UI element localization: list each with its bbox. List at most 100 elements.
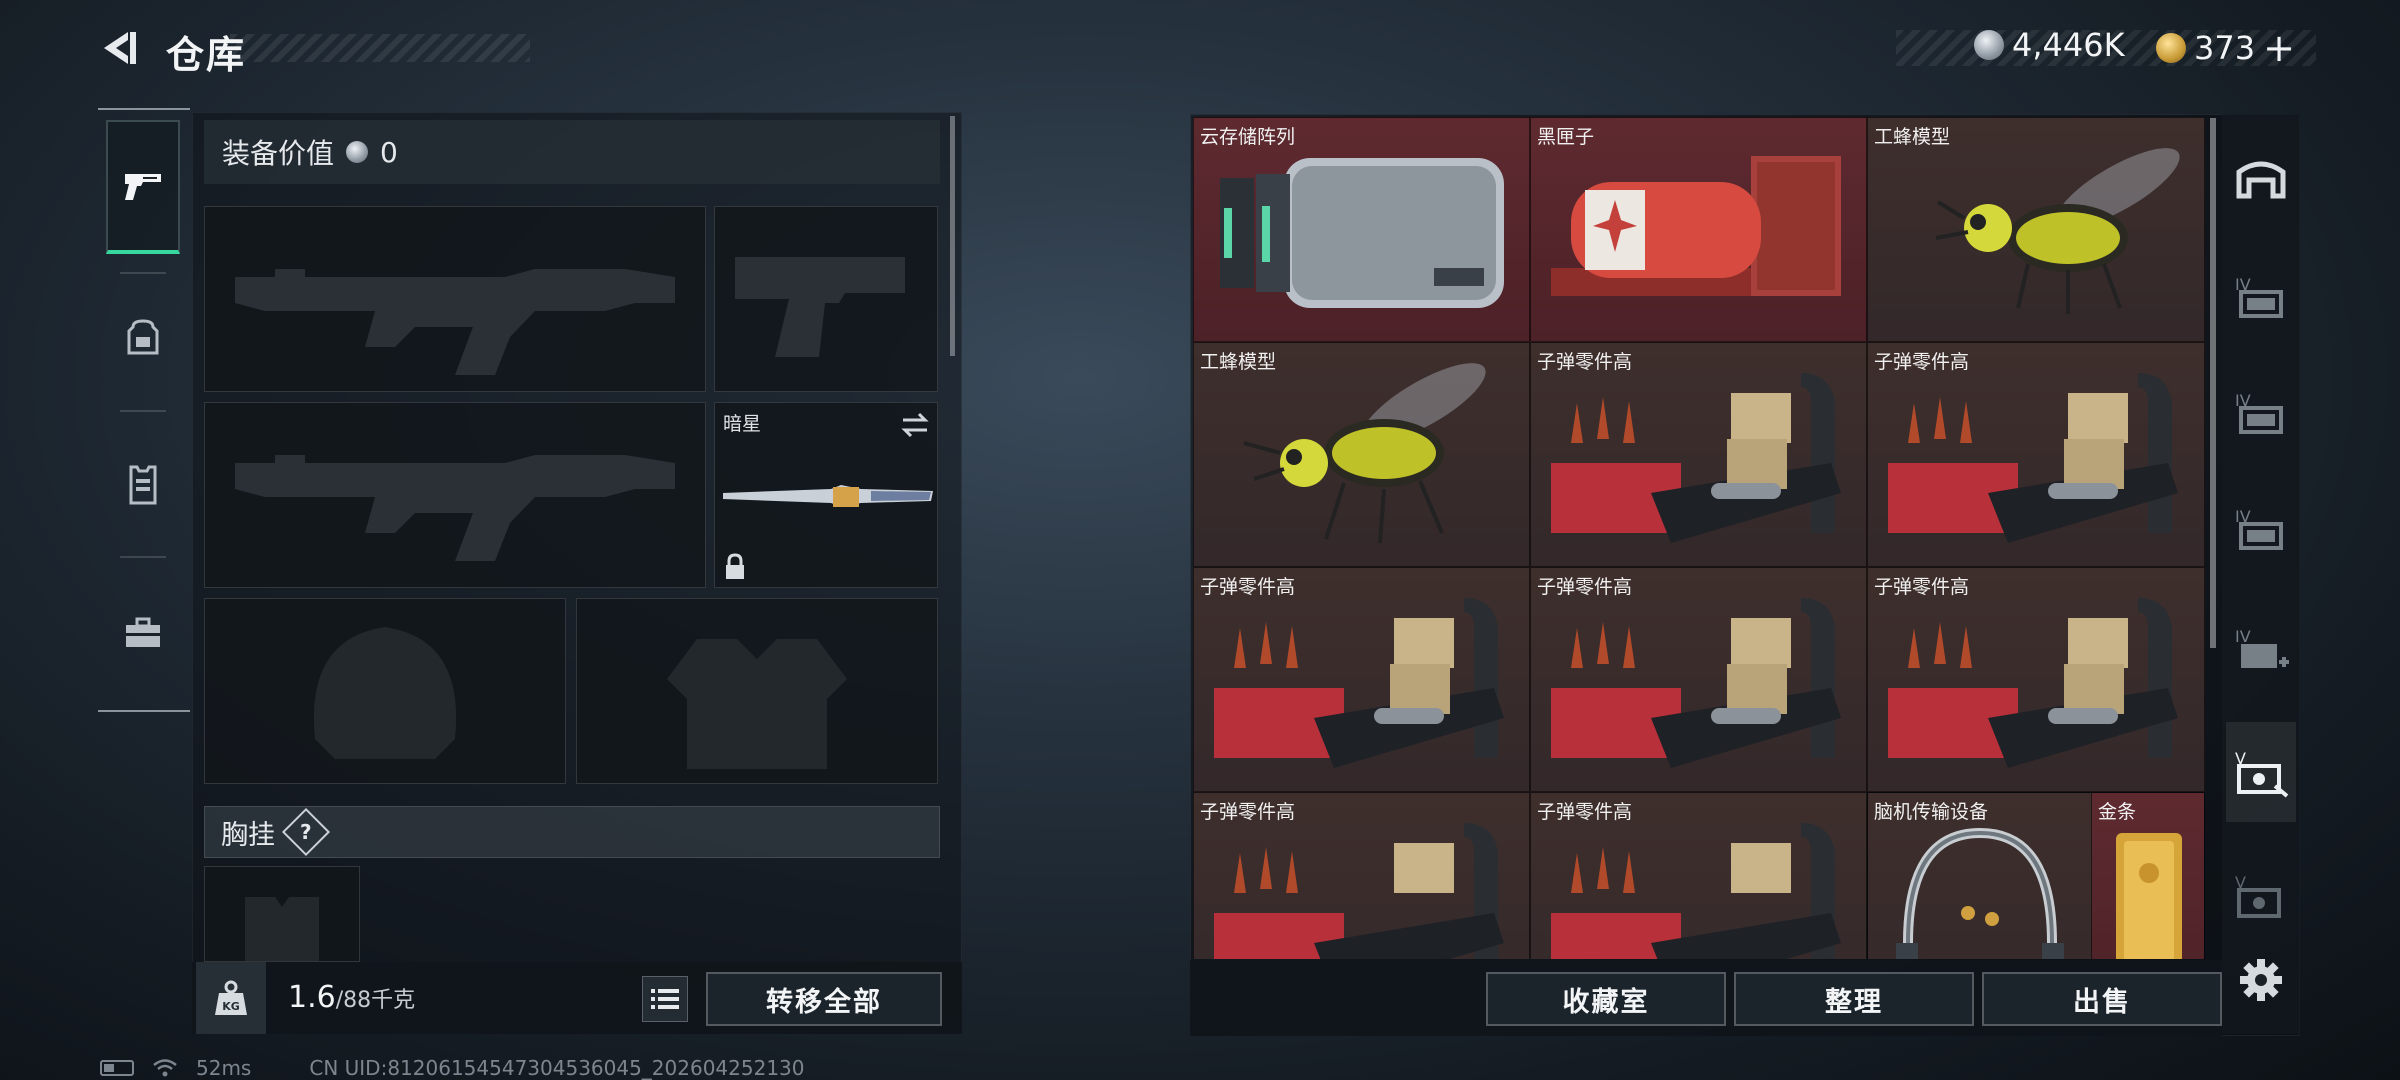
swap-icon[interactable] [899,411,931,439]
ammo-parts-icon [1214,598,1504,768]
gold-coin-icon [2156,33,2186,63]
list-view-button[interactable] [642,976,688,1022]
stash-item[interactable]: 脑机传输设备 [1868,793,2092,959]
weight-max: /88千克 [335,988,416,1013]
stash-item[interactable]: 子弹零件高 [1867,567,2205,792]
item-name: 子弹零件高 [1537,801,1633,823]
storage-expansion-icon: IV [2235,391,2283,434]
collection-storage-icon: V [2235,873,2281,918]
weight-indicator: KG [196,962,266,1034]
tab-divider [120,410,166,412]
stash-item[interactable]: 子弹零件高 [1530,567,1867,792]
pistol-icon [125,174,161,200]
stash-tab-all[interactable] [2226,128,2296,228]
tab-vest[interactable] [106,418,180,552]
stash-item[interactable]: 工蜂模型 [1867,117,2205,342]
item-name: 子弹零件高 [1200,576,1296,598]
melee-slot[interactable]: 暗星 [714,402,938,588]
stash-tab-4[interactable]: IV [2226,600,2296,700]
settings-button[interactable] [2226,930,2296,1030]
tab-cases[interactable] [106,566,180,700]
user-uid: CN UID:81206154547304536045_202604252130 [309,1056,805,1080]
transfer-all-button[interactable]: 转移全部 [706,972,942,1026]
primary-weapon-slot[interactable] [204,206,706,392]
ammo-parts-icon [1551,598,1841,768]
chest-rig-header: 胸挂 ? [204,806,940,858]
briefcase-icon [126,617,160,647]
sidearm-slot[interactable] [714,206,938,392]
secondary-weapon-slot[interactable] [204,402,706,588]
item-name: 子弹零件高 [1874,576,1970,598]
equipment-value-label: 装备价值 [222,137,335,170]
stash-tab-1[interactable]: IV [2226,246,2296,346]
weight-icon: KG [215,980,247,1015]
bee-model-icon [1935,148,2180,314]
warehouse-icon [2236,161,2286,199]
stash-tab-3[interactable]: IV [2226,478,2296,578]
silver-currency: 4,446K [1974,26,2125,64]
page-title: 仓库 [166,33,247,77]
storage-array-icon [1220,158,1504,308]
wifi-icon [153,1059,177,1077]
stash-grid: 云存储阵列 黑匣子 工蜂模型 工蜂模型 子弹零件高 子弹零件高 子弹零件高 子弹… [1193,117,2205,959]
knife-icon [723,485,933,507]
armor-slot[interactable] [576,598,938,784]
ammo-parts-icon [1551,373,1841,543]
rifle-silhouette-icon [235,269,675,375]
gear-icon [2240,959,2282,1001]
collection-room-button[interactable]: 收藏室 [1486,972,1726,1026]
stash-item[interactable]: 工蜂模型 [1193,342,1530,567]
add-currency-button[interactable]: + [2263,26,2295,70]
helmet-slot[interactable] [204,598,566,784]
stash-item[interactable]: 子弹零件高 [1193,567,1530,792]
item-name: 子弹零件高 [1200,801,1296,823]
status-bar: 52ms CN UID:81206154547304536045_2026042… [100,1056,805,1080]
silver-coin-icon [1974,30,2004,60]
back-button[interactable] [98,26,142,70]
sell-button[interactable]: 出售 [1982,972,2222,1026]
collection-storage-icon: V [2235,749,2289,798]
silver-coin-icon [346,141,369,163]
stash-tab-5[interactable]: V [2226,722,2296,822]
back-arrow-icon [104,32,136,64]
list-icon [651,989,679,1009]
vest-icon [129,465,157,505]
help-badge-text: ? [300,819,312,844]
gold-currency[interactable]: 373 + [2156,26,2295,70]
rifle-silhouette-icon [235,455,675,561]
stash-item[interactable]: 子弹零件高 [1193,792,1530,959]
item-name: 脑机传输设备 [1874,801,1989,823]
tab-divider [120,556,166,558]
medical-storage-icon: IV [2235,627,2289,668]
stash-item[interactable]: 金条 [2092,793,2204,959]
chest-rig-slot[interactable] [204,866,360,962]
sort-button[interactable]: 整理 [1734,972,1974,1026]
item-name: 子弹零件高 [1537,576,1633,598]
stash-item-pair: 脑机传输设备 金条 [1867,792,2205,959]
helmet-silhouette-icon [313,627,457,759]
ammo-parts-icon [1888,598,2178,768]
stash-item[interactable]: 子弹零件高 [1530,792,1867,959]
tab-weapons[interactable] [106,120,180,254]
stash-scrollbar[interactable] [2210,118,2216,648]
title-decoration [230,34,530,62]
melee-name: 暗星 [723,413,762,435]
lock-icon [726,553,744,579]
equipment-value-bar: 装备价值 0 [204,120,940,184]
stash-item[interactable]: 子弹零件高 [1530,342,1867,567]
storage-expansion-icon: IV [2235,507,2283,550]
battery-icon [100,1060,134,1076]
black-box-icon [1551,156,1841,296]
stash-item[interactable]: 黑匣子 [1530,117,1867,342]
gold-amount: 373 [2194,29,2256,67]
stash-item[interactable]: 子弹零件高 [1867,342,2205,567]
tab-backpack[interactable] [106,270,180,404]
stash-item[interactable]: 云存储阵列 [1193,117,1530,342]
stash-tab-2[interactable]: IV [2226,362,2296,462]
ping: 52ms [196,1056,252,1080]
svg-text:KG: KG [222,1000,240,1013]
loadout-scrollbar[interactable] [950,116,955,356]
item-name: 子弹零件高 [1874,351,1970,373]
svg-text:IV: IV [2235,627,2251,646]
help-badge[interactable]: ? [281,807,331,857]
